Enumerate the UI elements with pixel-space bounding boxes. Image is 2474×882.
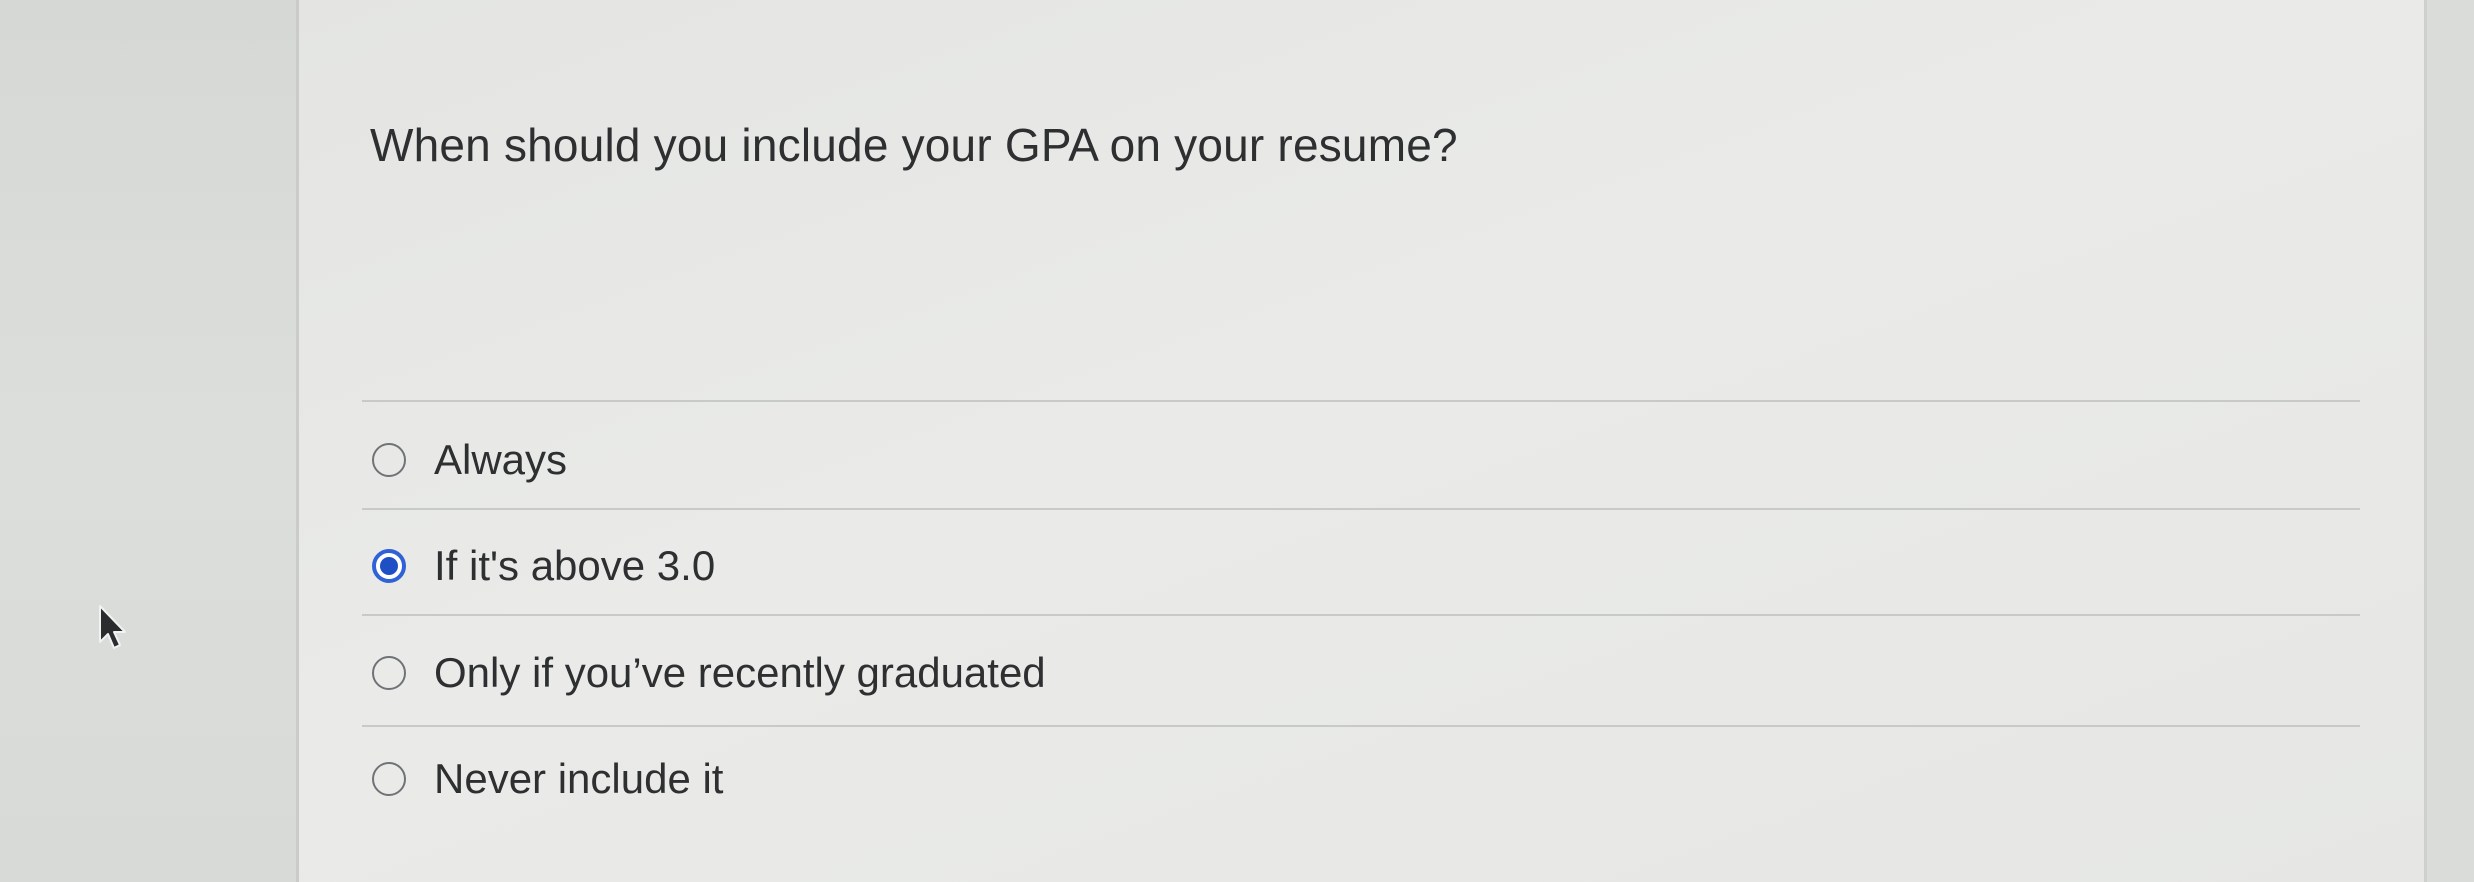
mouse-pointer-icon (99, 605, 126, 649)
radio-button-icon[interactable] (372, 443, 406, 477)
answer-label: Only if you’ve recently graduated (434, 649, 1046, 696)
answer-option-always[interactable]: Always (372, 430, 567, 490)
radio-button-icon[interactable] (372, 762, 406, 796)
answer-divider (362, 614, 2360, 616)
answer-option-recently-graduated[interactable]: Only if you’ve recently graduated (372, 643, 1046, 703)
answer-label: Never include it (434, 755, 724, 802)
question-divider (362, 400, 2360, 402)
answer-option-above-3[interactable]: If it's above 3.0 (372, 536, 715, 596)
answer-label: If it's above 3.0 (434, 542, 716, 589)
answer-divider (362, 508, 2360, 510)
answer-option-never[interactable]: Never include it (372, 749, 723, 809)
right-gutter (2424, 0, 2474, 882)
radio-button-selected-icon[interactable] (372, 549, 406, 583)
answer-label: Always (434, 436, 568, 483)
left-gutter (0, 0, 296, 882)
radio-button-icon[interactable] (372, 656, 406, 690)
answer-divider (362, 725, 2360, 727)
question-text: When should you include your GPA on your… (370, 119, 1458, 171)
